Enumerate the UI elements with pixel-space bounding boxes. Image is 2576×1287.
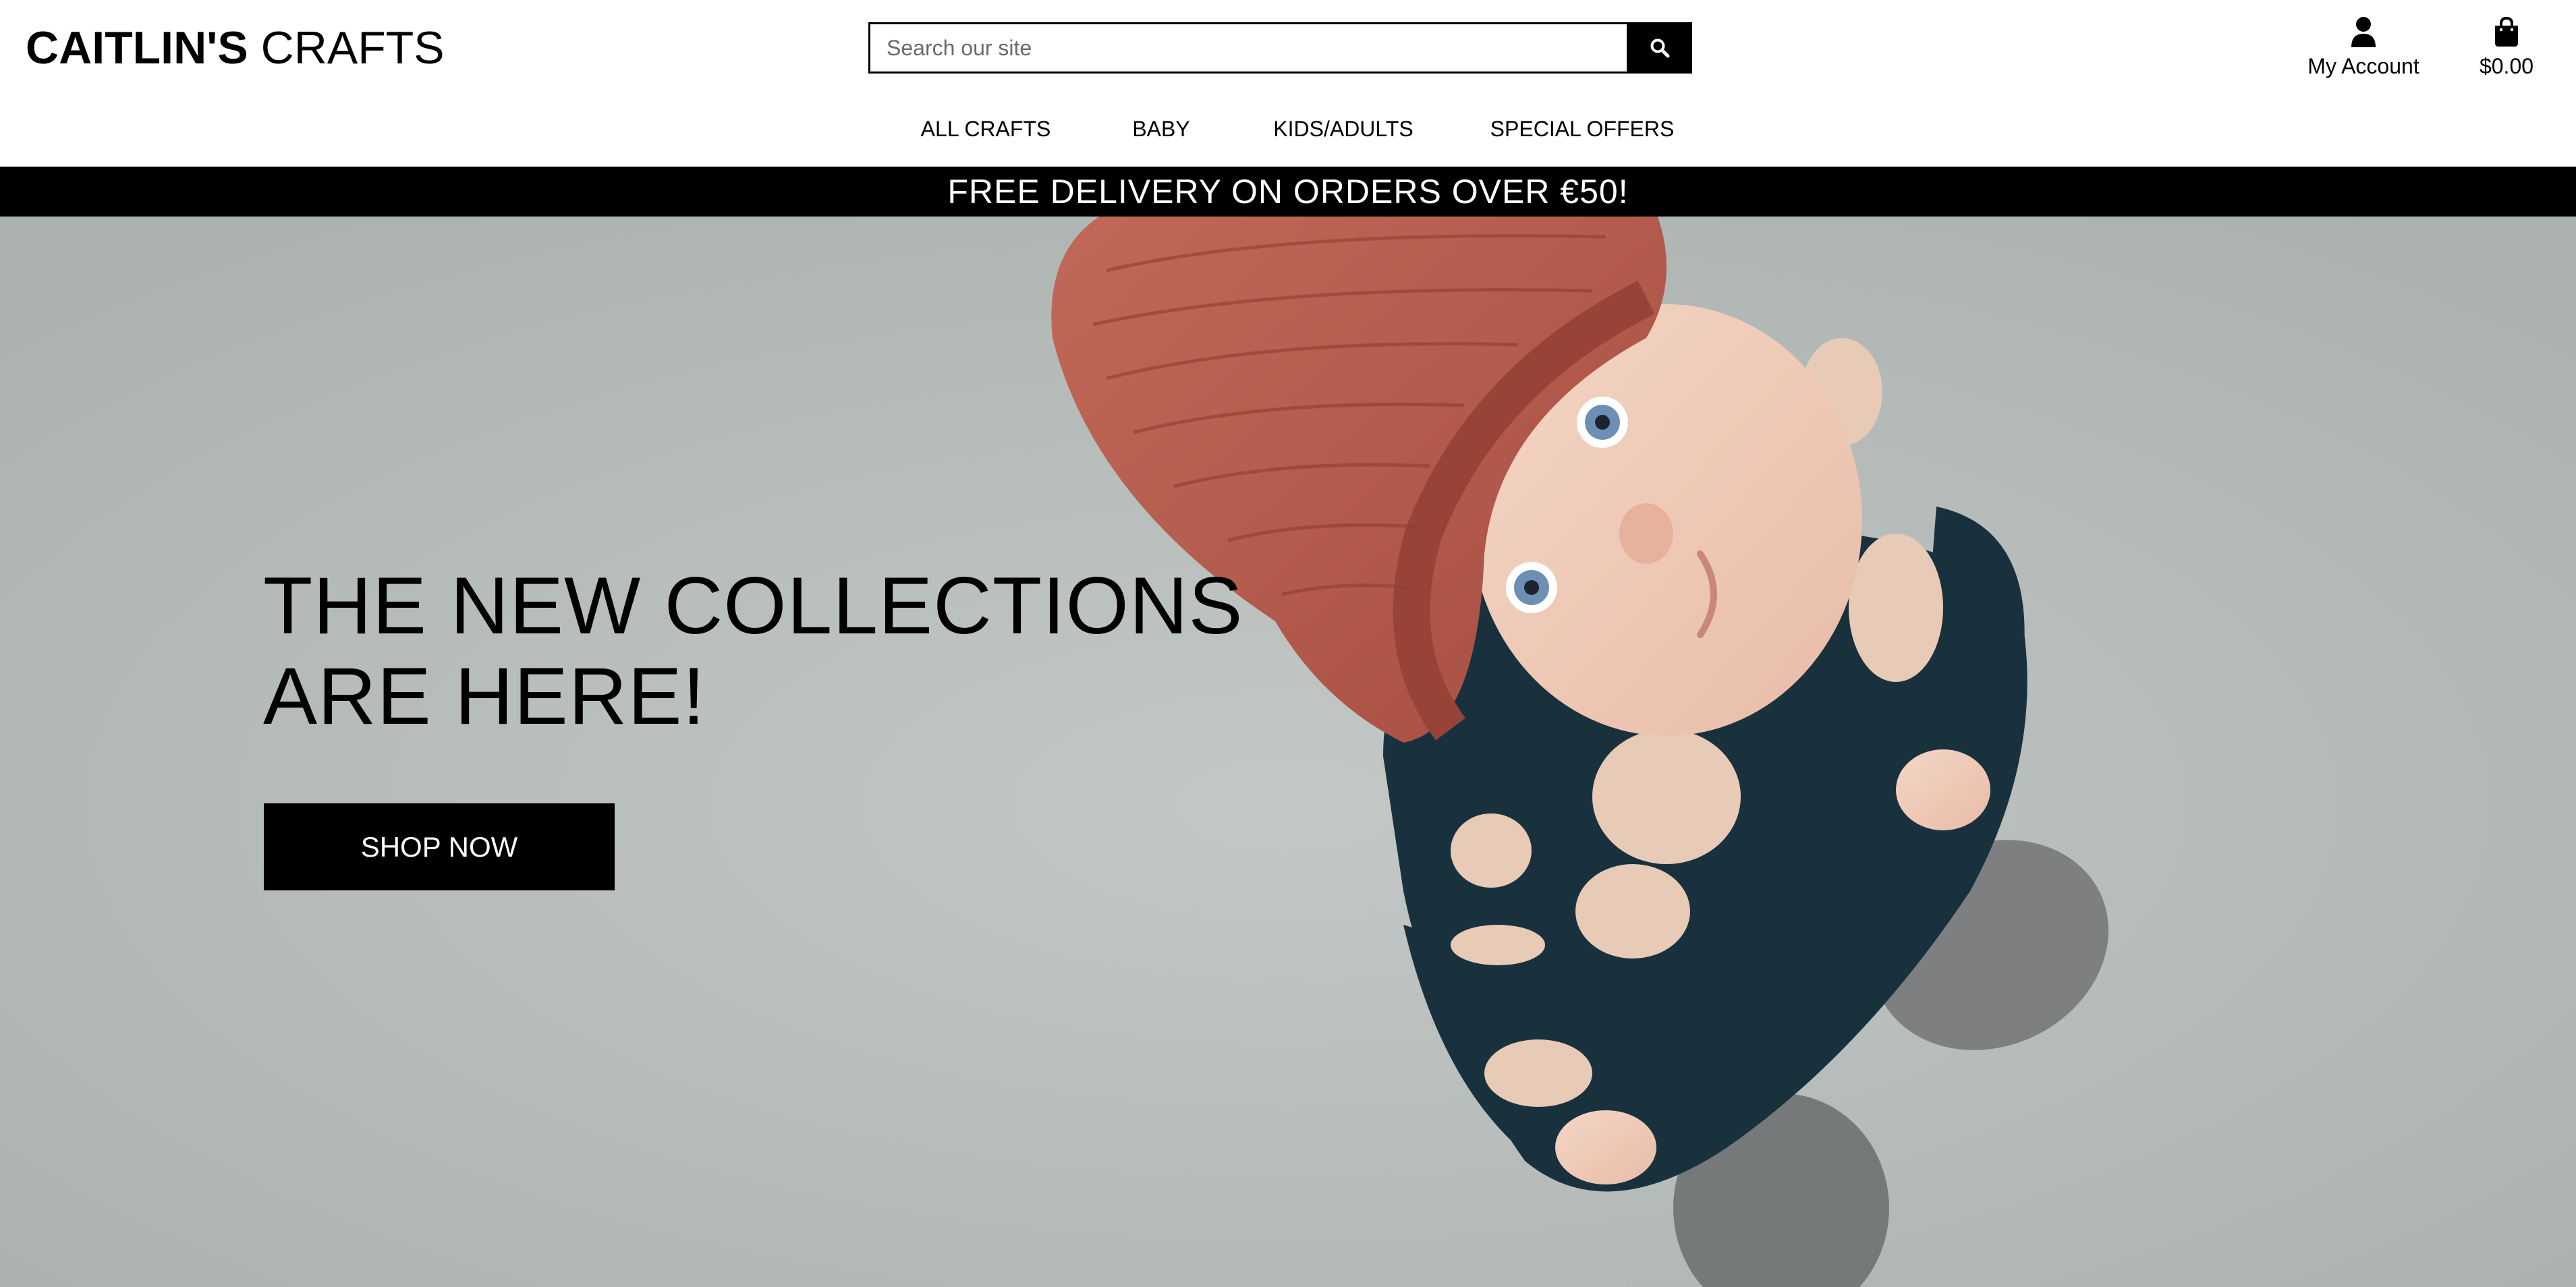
cart-link[interactable]: $0.00 bbox=[2469, 15, 2544, 80]
hero-headline-line-1: THE NEW COLLECTIONS bbox=[263, 561, 1243, 651]
site-header: CAITLIN'S CRAFTS My Account bbox=[0, 0, 2576, 167]
brand-name-bold: CAITLIN'S bbox=[26, 22, 248, 74]
search-button[interactable] bbox=[1627, 22, 1692, 74]
hero-section: THE NEW COLLECTIONS ARE HERE! SHOP NOW bbox=[0, 217, 2576, 1287]
search-icon bbox=[1650, 38, 1669, 58]
nav-item-special-offers[interactable]: SPECIAL OFFERS bbox=[1490, 111, 1675, 146]
hero-headline-line-2: ARE HERE! bbox=[263, 651, 706, 741]
search-bar bbox=[868, 22, 1692, 74]
my-account-label: My Account bbox=[2307, 54, 2419, 78]
hero-headline: THE NEW COLLECTIONS ARE HERE! bbox=[263, 561, 1243, 741]
nav-item-all-crafts[interactable]: ALL CRAFTS bbox=[921, 111, 1051, 146]
shop-now-button[interactable]: SHOP NOW bbox=[264, 803, 615, 890]
main-nav: ALL CRAFTS BABY KIDS/ADULTS SPECIAL OFFE… bbox=[0, 111, 2576, 146]
promo-banner: FREE DELIVERY ON ORDERS OVER €50! bbox=[0, 167, 2576, 217]
brand-name-light: CRAFTS bbox=[260, 22, 445, 74]
hero-image bbox=[0, 217, 2576, 1287]
shopping-bag-icon bbox=[2495, 16, 2518, 47]
user-icon bbox=[2351, 17, 2376, 47]
search-input[interactable] bbox=[868, 22, 1627, 74]
nav-item-kids-adults[interactable]: KIDS/ADULTS bbox=[1273, 111, 1413, 146]
my-account-link[interactable]: My Account bbox=[2291, 15, 2436, 80]
cart-total: $0.00 bbox=[2479, 54, 2534, 78]
nav-item-baby[interactable]: BABY bbox=[1132, 111, 1189, 146]
brand-logo[interactable]: CAITLIN'S CRAFTS bbox=[26, 18, 445, 78]
